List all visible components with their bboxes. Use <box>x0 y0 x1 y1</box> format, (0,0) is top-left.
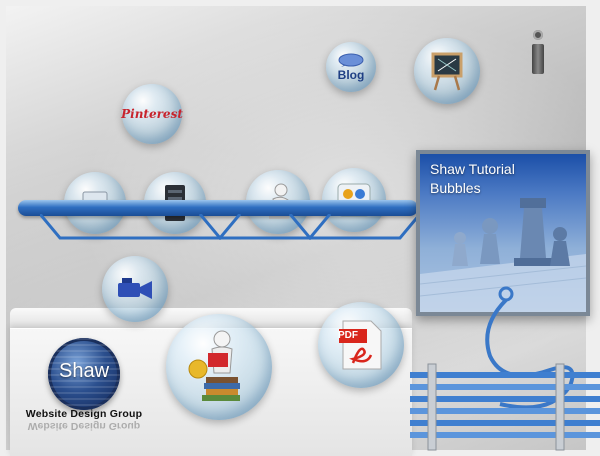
presentation-bubble[interactable] <box>414 38 480 104</box>
group-name: Website Design Group <box>25 408 143 420</box>
info-icon[interactable] <box>530 30 546 76</box>
camcorder-icon <box>118 278 152 299</box>
tutorial-title-line1: Shaw Tutorial <box>430 161 515 177</box>
tutorial-title-line2: Bubbles <box>430 180 481 196</box>
tutorial-title: Shaw Tutorial Bubbles <box>430 160 580 198</box>
pdf-bubble[interactable]: PDF <box>318 302 404 388</box>
logo-word: Shaw <box>58 360 110 382</box>
blog-bubble[interactable]: Blog <box>326 42 376 92</box>
pdf-label: PDF <box>338 330 358 341</box>
pinterest-icon: Pinterest <box>121 107 183 121</box>
camcorder-bubble[interactable] <box>102 256 168 322</box>
shelf-tray <box>40 214 420 240</box>
student-books-icon <box>188 330 240 401</box>
shaw-logo[interactable]: Shaw <box>48 338 120 410</box>
group-name-reflection: Website Design Group <box>27 420 141 432</box>
student-bubble[interactable] <box>166 314 272 420</box>
info-icon-dot <box>533 30 543 40</box>
pdf-icon <box>339 320 382 370</box>
cable-bundle <box>410 363 600 451</box>
pinterest-bubble[interactable]: Pinterest <box>121 84 183 144</box>
presentation-board-icon <box>431 52 463 91</box>
blog-icon <box>338 53 364 67</box>
info-icon-stem <box>532 44 544 74</box>
page-background: Pinterest Blog PDF Shaw Tutorial Bubbles… <box>0 0 600 456</box>
blog-label: Blog <box>337 67 365 82</box>
